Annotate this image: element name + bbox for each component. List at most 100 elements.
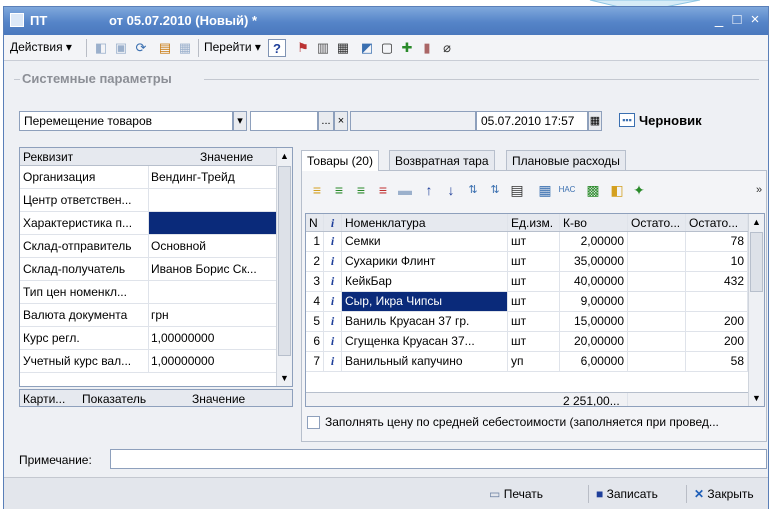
goods-table: N i Номенклатура Ед.изм. К-во Остато... … — [305, 213, 765, 407]
props-row-selected[interactable]: Характеристика п... — [20, 212, 278, 235]
operation-dropdown-icon[interactable]: ▾ — [233, 111, 247, 131]
help-icon[interactable]: ? — [268, 39, 286, 57]
tab-goods[interactable]: Товары (20) — [301, 150, 379, 171]
table-row[interactable]: 7 i Ванильный капучино уп 6,00000 58 — [306, 352, 748, 372]
col-info[interactable]: i — [324, 214, 342, 231]
add-copy-icon[interactable]: ≡ — [330, 181, 348, 199]
row-n: 6 — [306, 332, 324, 351]
minimize-button[interactable]: _ — [710, 11, 728, 29]
props-row[interactable]: Валюта документа грн — [20, 304, 278, 327]
ellipsis-button[interactable]: ... — [318, 111, 334, 131]
end-edit-icon[interactable]: ▬ — [396, 181, 414, 199]
fill-price-option[interactable]: Заполнять цену по средней себестоимости … — [307, 415, 719, 430]
info-icon[interactable]: i — [324, 272, 342, 291]
delete-row-icon[interactable]: ≡ — [374, 181, 392, 199]
info-icon[interactable]: i — [324, 312, 342, 331]
table-scroll-thumb[interactable] — [750, 232, 763, 292]
save-button[interactable]: ■ Записать — [596, 487, 658, 501]
props-row[interactable]: Учетный курс вал... 1,00000000 — [20, 350, 278, 373]
sort-desc-icon[interactable]: ⇅ — [486, 181, 504, 199]
table-row[interactable]: 3 i КейкБар шт 40,00000 432 — [306, 272, 748, 292]
move-down-icon[interactable]: ↓ — [442, 181, 460, 199]
operation-select[interactable]: Перемещение товаров — [19, 111, 233, 131]
table-row[interactable]: 1 i Семки шт 2,00000 78 — [306, 232, 748, 252]
move-up-icon[interactable]: ↑ — [420, 181, 438, 199]
table-row[interactable]: 6 i Сгущенка Круасан 37... шт 20,00000 2… — [306, 332, 748, 352]
scroll-up-icon[interactable]: ▲ — [752, 217, 761, 227]
col-rest2[interactable]: Остато... — [686, 214, 748, 231]
table-row[interactable]: 2 i Сухарики Флинт шт 35,00000 10 — [306, 252, 748, 272]
calendar-icon[interactable]: ▦ — [334, 39, 352, 57]
table-scrollbar[interactable]: ▲ ▼ — [748, 214, 764, 406]
fill-icon[interactable]: ▩ — [584, 181, 602, 199]
more-icon[interactable]: » — [750, 181, 768, 199]
props-row[interactable]: Организация Вендинг-Трейд — [20, 166, 278, 189]
responsible-field[interactable] — [250, 111, 318, 131]
add-row-icon[interactable]: ≡ — [308, 181, 326, 199]
edit-icon[interactable]: ▦ — [176, 39, 194, 57]
tab-returnable-tare[interactable]: Возвратная тара — [389, 150, 495, 170]
list-icon[interactable]: ▢ — [378, 39, 396, 57]
tab-planned-expenses[interactable]: Плановые расходы — [506, 150, 626, 170]
attach-icon[interactable]: ⌀ — [438, 39, 456, 57]
clear-button[interactable]: × — [334, 111, 348, 131]
props-row-key: Валюта документа — [23, 308, 128, 322]
dt-icon[interactable]: ◩ — [358, 39, 376, 57]
refresh-icon[interactable]: ⟳ — [132, 39, 150, 57]
goods-toolbar: ≡ ≡ ≡ ≡ ▬ ↑ ↓ ⇅ ⇅ ▤ ▦ НАС ▩ ◧ ✦ » — [302, 171, 766, 207]
info-icon[interactable]: i — [324, 252, 342, 271]
columns-icon[interactable]: ▤ — [508, 181, 526, 199]
close-doc-button[interactable]: ✕ Закрыть — [694, 487, 754, 501]
post-icon[interactable]: ⚑ — [294, 39, 312, 57]
new-icon[interactable]: ✚ — [398, 39, 416, 57]
structure-icon[interactable]: ▤ — [156, 39, 174, 57]
col-name[interactable]: Номенклатура — [342, 214, 508, 231]
fill-price-checkbox[interactable] — [307, 416, 320, 430]
book-icon[interactable]: ▮ — [418, 39, 436, 57]
col-unit[interactable]: Ед.изм. — [508, 214, 560, 231]
vat-icon[interactable]: НАС — [558, 181, 576, 199]
table-row-selected[interactable]: 4 i Сыр, Икра Чипсы шт 9,00000 — [306, 292, 748, 312]
props-row[interactable]: Курс регл. 1,00000000 — [20, 327, 278, 350]
close-icon: ✕ — [694, 487, 705, 501]
col-qty[interactable]: К-во — [560, 214, 628, 231]
props-row[interactable]: Склад-получатель Иванов Борис Ск... — [20, 258, 278, 281]
props-row[interactable]: Склад-отправитель Основной — [20, 235, 278, 258]
sort-asc-icon[interactable]: ⇅ — [464, 181, 482, 199]
props-scrollbar[interactable]: ▲ ▼ — [276, 148, 292, 386]
col-n[interactable]: N — [306, 214, 324, 231]
info-icon[interactable]: i — [324, 292, 342, 311]
scroll-up-icon[interactable]: ▲ — [280, 151, 289, 161]
note-input[interactable] — [110, 449, 767, 469]
actions-menu[interactable]: Действия ▾ — [10, 40, 72, 54]
copy-icon[interactable]: ▣ — [112, 39, 130, 57]
draft-icon: ▪▪▪ — [619, 113, 635, 127]
print-button[interactable]: ▭ Печать — [489, 487, 543, 501]
row-name: Сухарики Флинт — [342, 252, 508, 271]
report-icon[interactable]: ▥ — [314, 39, 332, 57]
edit-row-icon[interactable]: ≡ — [352, 181, 370, 199]
calendar-picker-icon[interactable]: ▦ — [588, 111, 602, 131]
info-icon[interactable]: i — [324, 332, 342, 351]
col-rest1[interactable]: Остато... — [628, 214, 686, 231]
prev-icon[interactable]: ◧ — [92, 39, 110, 57]
details-icon[interactable]: ▦ — [536, 181, 554, 199]
row-qty: 20,00000 — [560, 332, 628, 351]
props-scroll-thumb[interactable] — [278, 166, 291, 356]
goto-menu[interactable]: Перейти ▾ — [204, 40, 261, 54]
props-row[interactable]: Тип цен номенкл... — [20, 281, 278, 304]
row-rest2: 200 — [686, 332, 748, 351]
maximize-button[interactable]: □ — [728, 11, 746, 29]
table-row[interactable]: 5 i Ваниль Круасан 37 гр. шт 15,00000 20… — [306, 312, 748, 332]
selection-icon[interactable]: ◧ — [608, 181, 626, 199]
info-icon[interactable]: i — [324, 232, 342, 251]
datetime-field[interactable]: 05.07.2010 17:57 — [476, 111, 588, 131]
row-n: 1 — [306, 232, 324, 251]
props-row[interactable]: Центр ответствен... — [20, 189, 278, 212]
scroll-down-icon[interactable]: ▼ — [752, 393, 761, 403]
info-icon[interactable]: i — [324, 352, 342, 371]
scroll-down-icon[interactable]: ▼ — [280, 373, 289, 383]
close-button[interactable]: × — [746, 11, 764, 29]
wizard-icon[interactable]: ✦ — [630, 181, 648, 199]
bottom-bar: ▭ Печать ■ Записать ✕ Закрыть — [4, 477, 768, 509]
